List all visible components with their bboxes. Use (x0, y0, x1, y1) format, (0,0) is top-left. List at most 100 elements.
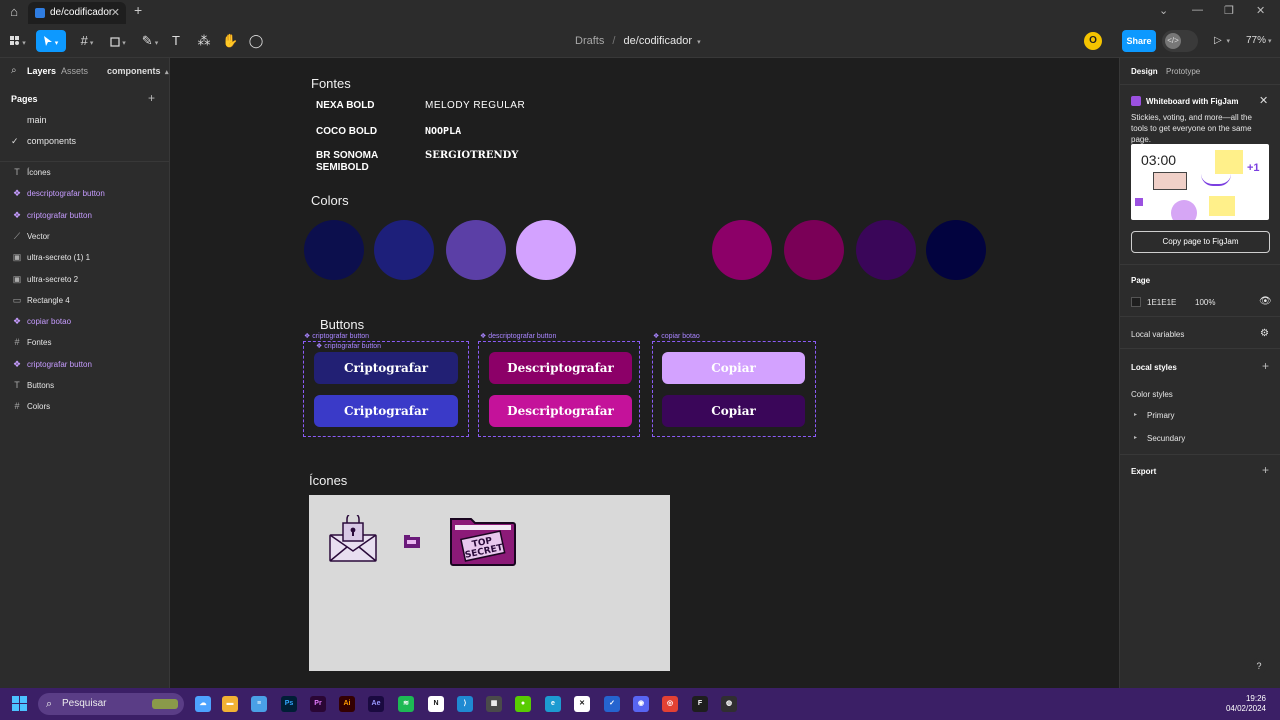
font-sample-noopla[interactable]: NOOPLA (425, 126, 461, 138)
font-sample-nexa[interactable]: NEXA BOLD (316, 100, 375, 112)
font-sample-br-sonoma[interactable]: BR SONOMA SEMIBOLD (316, 150, 396, 174)
color-swatch[interactable] (374, 220, 434, 280)
page-selector[interactable]: components ▴ (107, 66, 169, 76)
dev-mode-toggle[interactable]: </> (1162, 30, 1198, 52)
fonts-title[interactable]: Fontes (311, 76, 351, 91)
browser-tab[interactable]: de/codificador ✕ (28, 2, 126, 24)
local-variables-label[interactable]: Local variables (1131, 330, 1184, 339)
layer-item[interactable]: ❖ criptografar button (0, 205, 170, 226)
windows-start-icon[interactable] (12, 696, 28, 712)
taskbar-app-capcut-icon[interactable]: ✕ (574, 696, 590, 712)
color-swatch[interactable] (516, 220, 576, 280)
small-folder-icon[interactable] (404, 535, 420, 548)
taskbar-app-figma-icon[interactable]: F (692, 696, 708, 712)
zoom-level[interactable]: 77% ▾ (1246, 35, 1272, 46)
resources-icon[interactable]: ⁂ (196, 30, 212, 52)
eye-icon[interactable]: 👁 (1259, 296, 1272, 307)
avatar[interactable]: O (1084, 32, 1102, 50)
maximize-icon[interactable]: ❐ (1224, 4, 1234, 17)
color-swatch[interactable] (784, 220, 844, 280)
taskbar-app-explorer-icon[interactable]: ▬ (222, 696, 238, 712)
layer-item[interactable]: ⟋ Vector (0, 226, 170, 247)
locked-envelope-icon[interactable] (329, 515, 377, 563)
comment-tool-icon[interactable]: ◯ (248, 30, 264, 52)
layer-item[interactable]: T Buttons (0, 375, 170, 396)
taskbar-app-edge-icon[interactable]: e (545, 696, 561, 712)
taskbar-app-discord-icon[interactable]: ◉ (633, 696, 649, 712)
present-play-icon[interactable]: ▷ ▾ (1214, 35, 1230, 46)
chevron-down-icon[interactable]: ⌄ (1159, 4, 1168, 17)
share-button[interactable]: Share (1122, 30, 1156, 52)
icons-frame[interactable]: TOP SECRET (309, 495, 670, 671)
layer-item[interactable]: ❖ copiar botao (0, 311, 170, 332)
color-swatch[interactable] (926, 220, 986, 280)
criptografar-button[interactable]: Criptografar (314, 352, 458, 384)
search-icon[interactable]: ⌕ (11, 65, 17, 76)
taskbar-app-spotify-icon[interactable]: ≋ (398, 696, 414, 712)
font-sample-coco[interactable]: COCO BOLD (316, 126, 377, 138)
chevron-right-icon[interactable]: ▸ (1134, 411, 1137, 418)
descriptografar-button[interactable]: Descriptografar (489, 352, 632, 384)
add-page-icon[interactable]: + (148, 91, 155, 105)
frame-label-criptografar[interactable]: ❖ criptografar button (304, 332, 369, 340)
frame-label-descriptografar[interactable]: ❖ descriptografar button (480, 332, 556, 340)
taskbar-app-ps-icon[interactable]: Ps (281, 696, 297, 712)
page-color-swatch[interactable] (1131, 297, 1141, 307)
rectangle-tool-icon[interactable]: ▾ (106, 30, 130, 52)
design-canvas[interactable]: Fontes NEXA BOLD MELODY REGULAR COCO BOL… (170, 58, 1119, 688)
criptografar-button-hover[interactable]: Criptografar (314, 395, 458, 427)
page-color-value[interactable]: 1E1E1E (1147, 298, 1176, 307)
style-group-secundary[interactable]: Secundary (1147, 434, 1185, 443)
layer-item[interactable]: # Fontes (0, 332, 170, 353)
hand-tool-icon[interactable]: ✋ (222, 30, 238, 52)
help-button[interactable]: ? (1251, 658, 1267, 674)
buttons-title[interactable]: Buttons (320, 317, 364, 332)
layer-item[interactable]: ▣ ultra-secreto 2 (0, 269, 170, 290)
descriptografar-button-hover[interactable]: Descriptografar (489, 395, 632, 427)
color-swatch[interactable] (304, 220, 364, 280)
pen-tool-icon[interactable]: ✎ ▾ (138, 30, 162, 52)
breadcrumb-drafts[interactable]: Drafts (575, 35, 604, 47)
frame-tool-icon[interactable]: # ▾ (76, 30, 98, 52)
taskbar-app-ai-icon[interactable]: Ai (339, 696, 355, 712)
layer-item[interactable]: ▭ Rectangle 4 (0, 290, 170, 311)
taskbar-app-notepad-icon[interactable]: ≡ (251, 696, 267, 712)
layer-item[interactable]: ▣ ultra-secreto (1) 1 (0, 247, 170, 268)
copiar-button[interactable]: Copiar (662, 352, 805, 384)
file-name[interactable]: de/codificador (624, 35, 693, 47)
font-sample-sergiotrendy[interactable]: SERGIOTRENDY (425, 150, 518, 162)
system-clock[interactable]: 19:26 04/02/2024 (1222, 694, 1266, 714)
close-window-icon[interactable]: ✕ (1256, 4, 1265, 17)
style-group-primary[interactable]: Primary (1147, 411, 1175, 420)
taskbar-app-ae-icon[interactable]: Ae (368, 696, 384, 712)
new-tab-icon[interactable]: + (134, 2, 142, 18)
close-tab-icon[interactable]: ✕ (111, 2, 120, 24)
taskbar-app-pr-icon[interactable]: Pr (310, 696, 326, 712)
font-sample-melody[interactable]: MELODY REGULAR (425, 100, 525, 112)
main-menu-icon[interactable]: ▾ (8, 30, 28, 52)
tab-assets[interactable]: Assets (61, 66, 88, 76)
chevron-down-icon[interactable]: ▾ (697, 39, 701, 46)
taskbar-app-vscode-icon[interactable]: ⟩ (457, 696, 473, 712)
chevron-right-icon[interactable]: ▸ (1134, 434, 1137, 441)
add-style-icon[interactable]: + (1262, 359, 1269, 373)
color-swatch[interactable] (712, 220, 772, 280)
color-swatch[interactable] (446, 220, 506, 280)
copiar-button-hover[interactable]: Copiar (662, 395, 805, 427)
layer-item[interactable]: ❖ criptografar button (0, 354, 170, 375)
home-icon[interactable]: ⌂ (6, 4, 22, 20)
close-icon[interactable]: ✕ (1259, 94, 1268, 107)
copy-page-to-figjam-button[interactable]: Copy page to FigJam (1131, 231, 1270, 253)
tab-layers[interactable]: Layers (27, 66, 56, 76)
layer-item[interactable]: T Ícones (0, 162, 170, 183)
icons-title[interactable]: Ícones (309, 473, 347, 488)
minimize-icon[interactable]: — (1192, 4, 1203, 16)
add-export-icon[interactable]: + (1262, 463, 1269, 477)
colors-title[interactable]: Colors (311, 193, 349, 208)
layer-item[interactable]: # Colors (0, 396, 170, 417)
text-tool-icon[interactable]: T (168, 30, 184, 52)
sliders-icon[interactable]: ⚙ (1260, 328, 1269, 339)
page-opacity-value[interactable]: 100% (1195, 298, 1215, 307)
tab-prototype[interactable]: Prototype (1166, 67, 1200, 76)
taskbar-app-weather-icon[interactable]: ☁ (195, 696, 211, 712)
